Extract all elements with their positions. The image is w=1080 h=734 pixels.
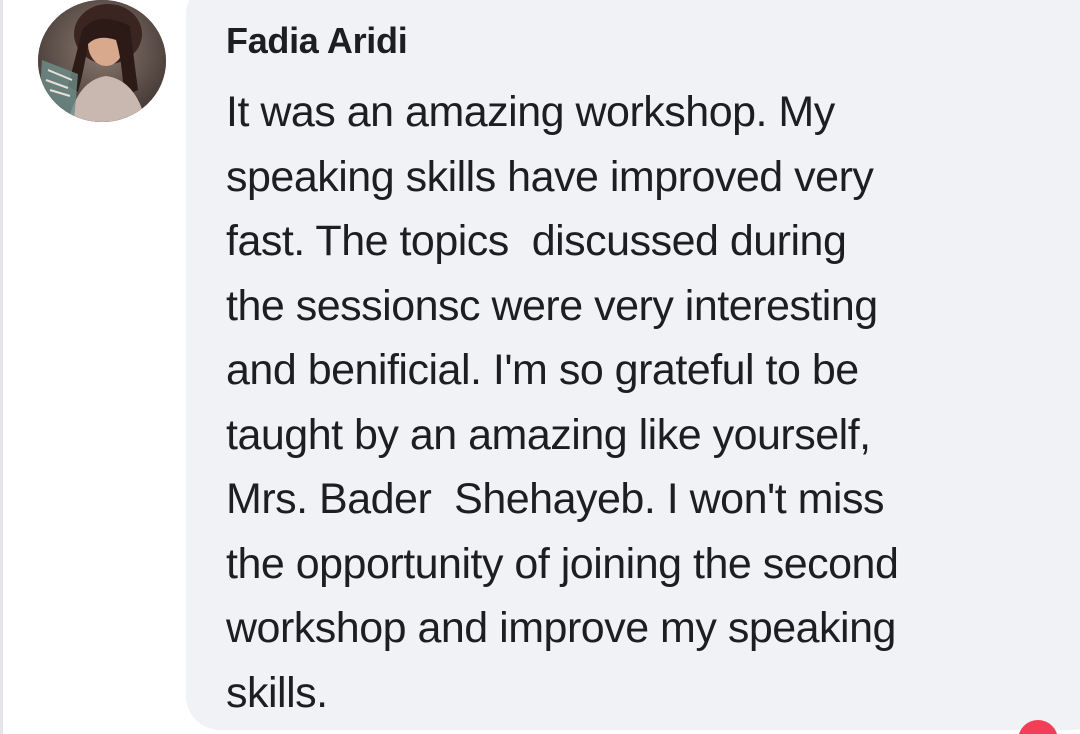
avatar-photo <box>38 0 166 122</box>
comment-line: and benificial. I'm so grateful to be <box>226 346 859 394</box>
comment-line: taught by an amazing like yourself, <box>226 410 871 459</box>
comment-author-name[interactable]: Fadia Aridi <box>226 20 408 62</box>
comment-body: It was an amazing workshop. My speaking … <box>226 80 1071 725</box>
left-divider <box>0 0 3 734</box>
comment-line: speaking skills have improved very <box>226 152 874 201</box>
comment-screenshot: Fadia Aridi It was an amazing workshop. … <box>0 0 1080 734</box>
comment-line: It was an amazing workshop. My <box>226 88 835 136</box>
comment-line: workshop and improve my speaking <box>226 604 896 652</box>
comment-line: fast. The topics discussed during <box>226 217 847 265</box>
avatar[interactable] <box>38 0 166 122</box>
comment-line: Mrs. Bader Shehayeb. I won't miss <box>226 475 884 523</box>
comment-line: skills. <box>226 668 328 717</box>
comment-line: the sessionsc were very interesting <box>226 281 878 330</box>
comment-line: the opportunity of joining the second <box>226 539 899 588</box>
